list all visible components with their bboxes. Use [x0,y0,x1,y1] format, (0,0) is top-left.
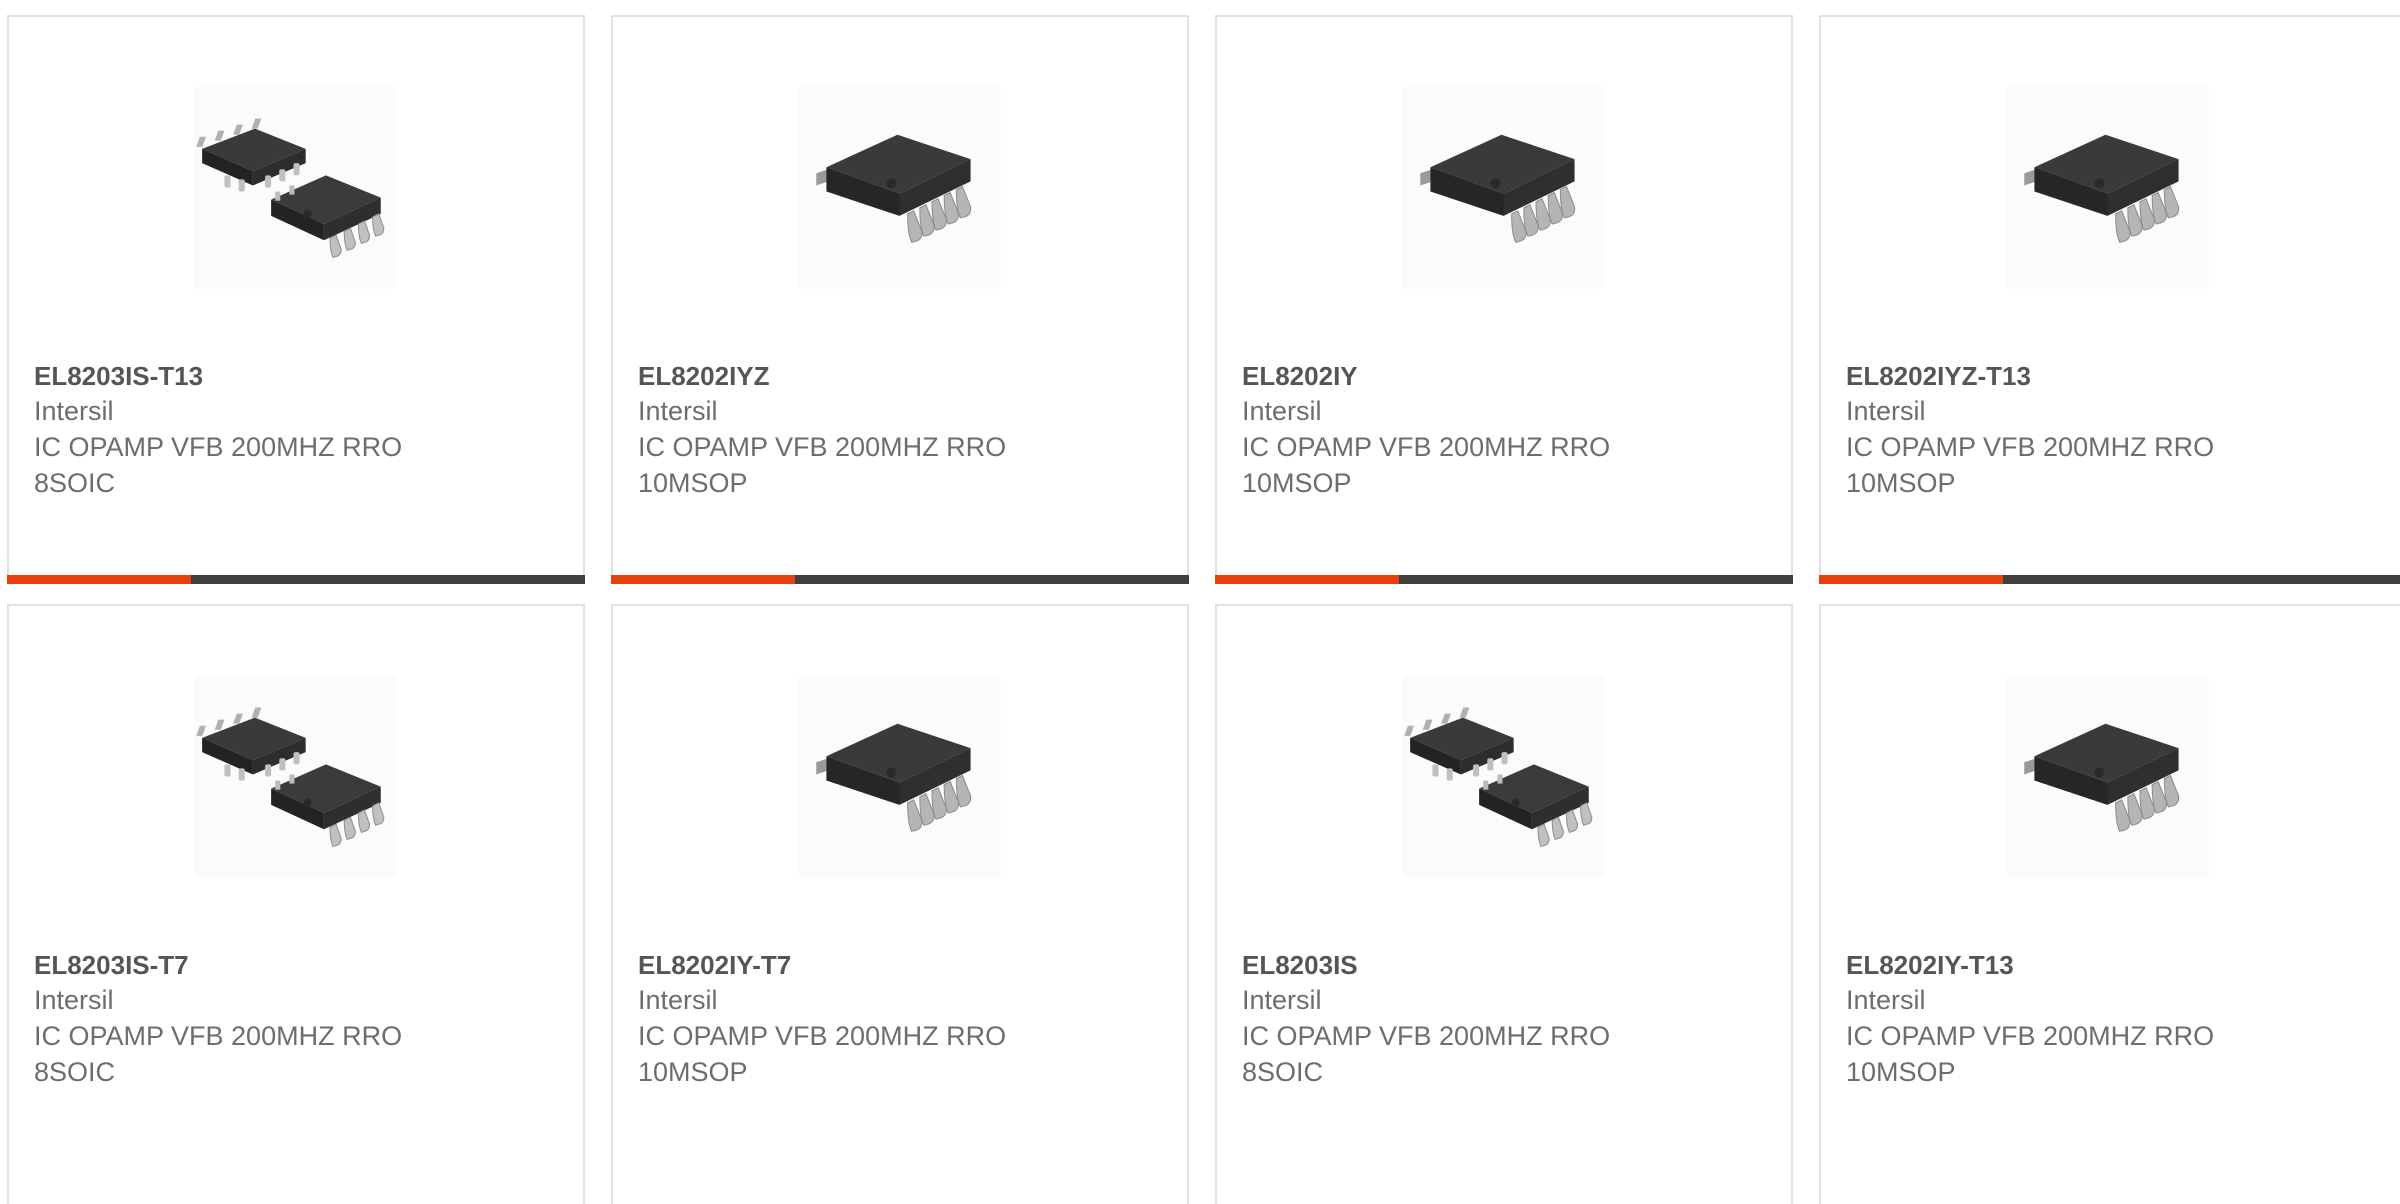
product-image[interactable] [194,86,397,289]
product-grid: EL8203IS-T13 Intersil IC OPAMP VFB 200MH… [0,0,2400,1204]
part-number[interactable]: EL8203IS [1242,948,1781,982]
product-card[interactable]: EL8202IYZ-T13 Intersil IC OPAMP VFB 200M… [1819,15,2400,584]
soic-8-pair-icon [194,675,397,878]
card-accent-bar [7,575,191,584]
manufacturer: Intersil [1242,985,1322,1015]
card-accent-bar [611,575,795,584]
product-image[interactable] [798,675,1001,878]
description-line-2: 10MSOP [638,468,748,498]
description-line-2: 10MSOP [1846,1057,1956,1087]
manufacturer: Intersil [34,396,114,426]
product-card[interactable]: EL8202IYZ Intersil IC OPAMP VFB 200MHZ R… [611,15,1189,584]
msop-10-icon [798,86,1001,289]
part-number[interactable]: EL8203IS-T7 [34,948,573,982]
product-image[interactable] [2006,86,2209,289]
part-number[interactable]: EL8202IY-T7 [638,948,1177,982]
product-card[interactable]: EL8203IS Intersil IC OPAMP VFB 200MHZ RR… [1215,604,1793,1204]
manufacturer: Intersil [34,985,114,1015]
description-line-1: IC OPAMP VFB 200MHZ RRO [1846,1021,2215,1051]
part-number[interactable]: EL8203IS-T13 [34,359,573,393]
manufacturer: Intersil [1242,396,1322,426]
msop-10-icon [2006,675,2209,878]
description-line-1: IC OPAMP VFB 200MHZ RRO [1846,432,2215,462]
soic-8-pair-icon [1402,675,1605,878]
description-line-1: IC OPAMP VFB 200MHZ RRO [1242,1021,1611,1051]
description-line-1: IC OPAMP VFB 200MHZ RRO [34,1021,403,1051]
manufacturer: Intersil [1846,396,1926,426]
product-card[interactable]: EL8202IY-T7 Intersil IC OPAMP VFB 200MHZ… [611,604,1189,1204]
description-line-2: 8SOIC [34,468,116,498]
description-line-2: 10MSOP [638,1057,748,1087]
card-accent-bar [1819,575,2003,584]
part-number[interactable]: EL8202IY [1242,359,1781,393]
product-image[interactable] [1402,86,1605,289]
product-card[interactable]: EL8203IS-T7 Intersil IC OPAMP VFB 200MHZ… [7,604,585,1204]
part-number[interactable]: EL8202IY-T13 [1846,948,2397,982]
description-line-2: 8SOIC [34,1057,116,1087]
card-accent-bar [1215,575,1399,584]
product-info: EL8203IS-T7 Intersil IC OPAMP VFB 200MHZ… [34,948,573,1090]
product-image[interactable] [1402,675,1605,878]
product-image[interactable] [2006,675,2209,878]
product-image[interactable] [798,86,1001,289]
product-info: EL8202IY Intersil IC OPAMP VFB 200MHZ RR… [1242,359,1781,501]
description-line-1: IC OPAMP VFB 200MHZ RRO [34,432,403,462]
msop-10-icon [1402,86,1605,289]
product-info: EL8202IY-T7 Intersil IC OPAMP VFB 200MHZ… [638,948,1177,1090]
product-info: EL8202IY-T13 Intersil IC OPAMP VFB 200MH… [1846,948,2397,1090]
part-number[interactable]: EL8202IYZ-T13 [1846,359,2397,393]
product-info: EL8202IYZ Intersil IC OPAMP VFB 200MHZ R… [638,359,1177,501]
card-footer-bar [7,575,585,584]
manufacturer: Intersil [638,396,718,426]
product-image[interactable] [194,675,397,878]
card-footer-bar [611,575,1189,584]
description-line-2: 8SOIC [1242,1057,1324,1087]
product-card[interactable]: EL8202IY Intersil IC OPAMP VFB 200MHZ RR… [1215,15,1793,584]
card-footer-bar [1215,575,1793,584]
product-card[interactable]: EL8203IS-T13 Intersil IC OPAMP VFB 200MH… [7,15,585,584]
product-info: EL8203IS-T13 Intersil IC OPAMP VFB 200MH… [34,359,573,501]
msop-10-icon [2006,86,2209,289]
msop-10-icon [798,675,1001,878]
manufacturer: Intersil [1846,985,1926,1015]
manufacturer: Intersil [638,985,718,1015]
soic-8-pair-icon [194,86,397,289]
description-line-1: IC OPAMP VFB 200MHZ RRO [638,432,1007,462]
product-info: EL8203IS Intersil IC OPAMP VFB 200MHZ RR… [1242,948,1781,1090]
product-info: EL8202IYZ-T13 Intersil IC OPAMP VFB 200M… [1846,359,2397,501]
description-line-1: IC OPAMP VFB 200MHZ RRO [1242,432,1611,462]
product-card[interactable]: EL8202IY-T13 Intersil IC OPAMP VFB 200MH… [1819,604,2400,1204]
card-footer-bar [1819,575,2400,584]
description-line-1: IC OPAMP VFB 200MHZ RRO [638,1021,1007,1051]
part-number[interactable]: EL8202IYZ [638,359,1177,393]
description-line-2: 10MSOP [1846,468,1956,498]
description-line-2: 10MSOP [1242,468,1352,498]
